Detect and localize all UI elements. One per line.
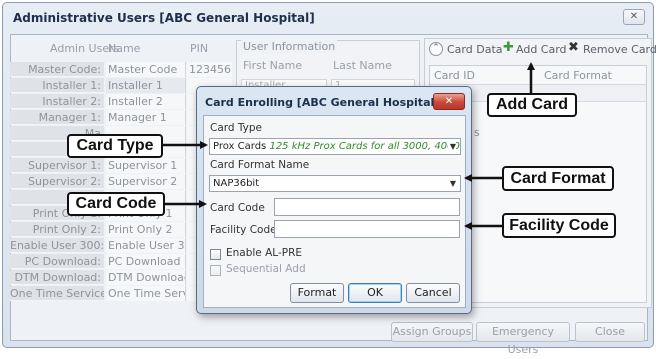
facility-code-callout: Facility Code	[502, 213, 616, 238]
card-type-callout: Card Type	[67, 134, 163, 158]
card-code-callout: Card Code	[67, 192, 165, 216]
card-format-callout: Card Format	[502, 166, 614, 191]
add-card-callout: Add Card	[487, 93, 577, 117]
